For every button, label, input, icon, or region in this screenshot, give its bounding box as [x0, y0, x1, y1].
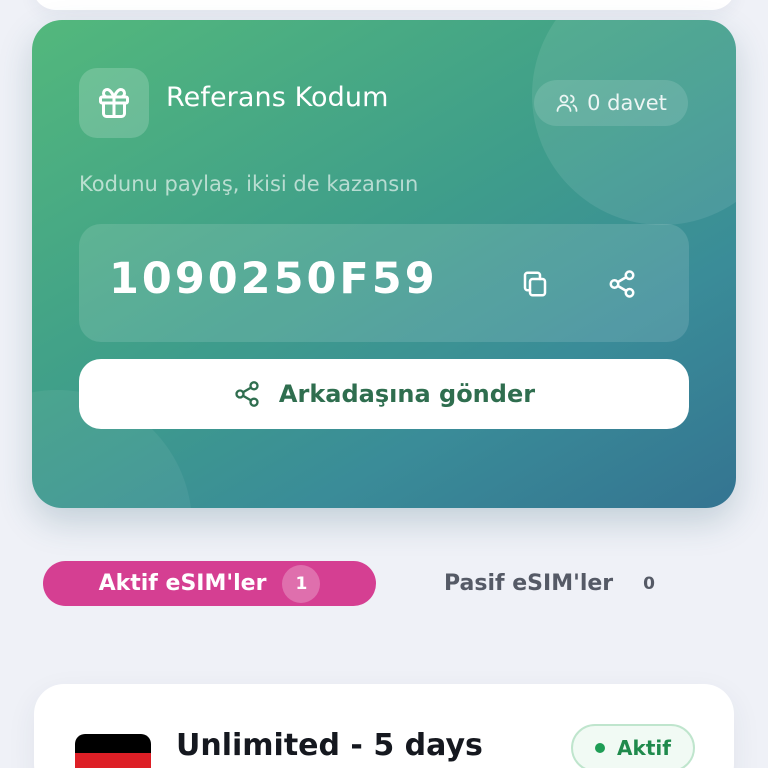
tab-passive-esims-count: 0 — [643, 573, 655, 594]
users-icon — [556, 94, 578, 112]
invite-count-text: 0 davet — [587, 91, 667, 115]
invite-count-badge: 0 davet — [534, 80, 688, 126]
gift-icon-container — [79, 68, 149, 138]
share-code-button[interactable] — [602, 264, 642, 304]
send-to-friend-button[interactable]: Arkadaşına gönder — [79, 359, 689, 429]
share-icon — [235, 381, 259, 407]
previous-card-edge — [32, 0, 736, 10]
plan-title: Unlimited - 5 days — [176, 728, 483, 763]
copy-icon — [523, 271, 547, 297]
referral-code-box: 1090250F59 — [79, 224, 689, 342]
esim-card[interactable]: Unlimited - 5 days Aktif — [34, 684, 734, 768]
tab-passive-esims-label: Pasif eSIM'ler — [444, 571, 614, 596]
referral-subtitle: Kodunu paylaş, ikisi de kazansın — [79, 172, 419, 196]
tab-passive-esims[interactable]: Pasif eSIM'ler 0 — [420, 561, 720, 606]
share-icon — [609, 270, 635, 298]
germany-flag-icon — [75, 734, 151, 768]
gift-icon — [99, 88, 129, 118]
referral-title: Referans Kodum — [166, 82, 389, 113]
referral-code: 1090250F59 — [109, 254, 438, 304]
tab-active-esims[interactable]: Aktif eSIM'ler 1 — [43, 561, 376, 606]
status-badge: Aktif — [571, 724, 695, 768]
status-label: Aktif — [617, 736, 671, 760]
flag-band — [75, 752, 151, 768]
copy-code-button[interactable] — [515, 264, 555, 304]
tab-active-esims-label: Aktif eSIM'ler — [98, 571, 267, 596]
tab-active-esims-count: 1 — [282, 564, 321, 603]
status-dot-icon — [595, 743, 606, 753]
send-to-friend-label: Arkadaşına gönder — [278, 380, 536, 408]
flag-band — [75, 734, 151, 753]
referral-card: Referans Kodum 0 davet Kodunu paylaş, ik… — [32, 20, 736, 508]
